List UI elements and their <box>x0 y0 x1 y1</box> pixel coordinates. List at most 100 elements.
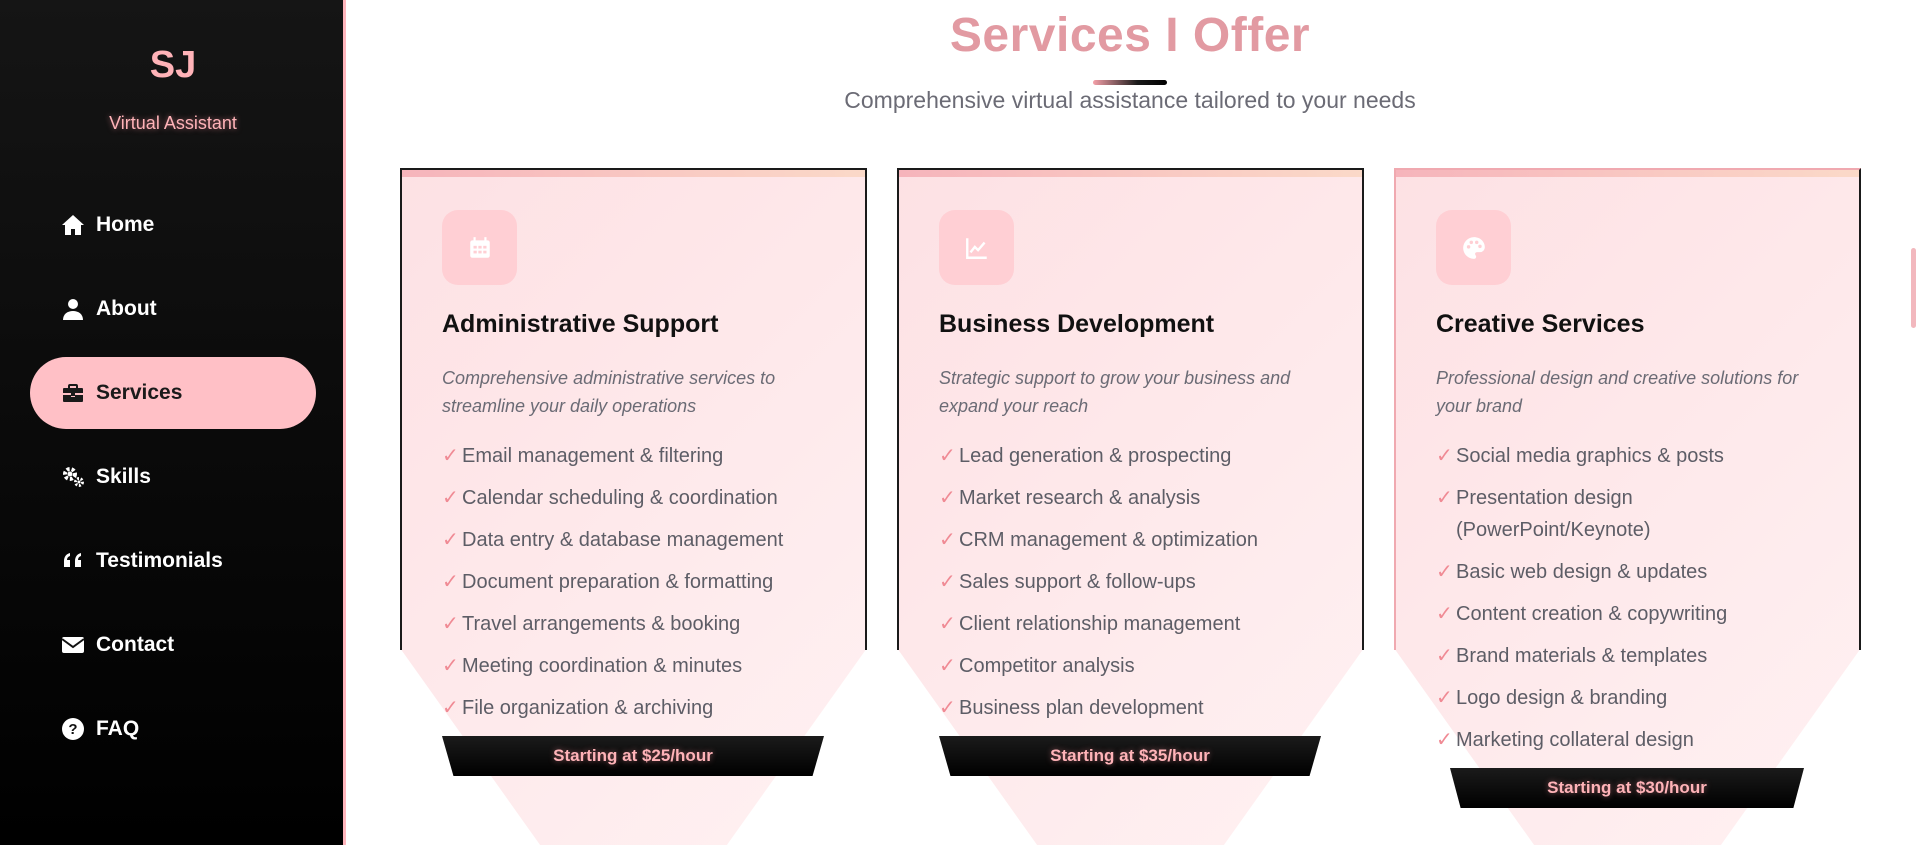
price-badge: Starting at $30/hour <box>1450 768 1804 808</box>
feature-list: ✓ Social media graphics & posts ✓ Presenta… <box>1436 440 1836 766</box>
check-icon: ✓ <box>1436 729 1453 751</box>
check-icon: ✓ <box>442 655 459 677</box>
feature-text: Market research & analysis <box>959 487 1201 509</box>
list-item: ✓ Marketing collateral design <box>1436 724 1836 756</box>
chart-line-icon <box>939 210 1014 285</box>
feature-text: Business plan development <box>959 697 1204 719</box>
nav-item-services[interactable]: Services <box>30 357 316 429</box>
check-icon: ✓ <box>939 445 956 467</box>
feature-text: Logo design & branding <box>1456 687 1668 709</box>
question-circle-icon: ? <box>60 716 86 742</box>
feature-text: Basic web design & updates <box>1456 561 1708 583</box>
quote-icon <box>60 548 86 574</box>
check-icon: ✓ <box>442 445 459 467</box>
feature-text: Presentation design (PowerPoint/Keynote) <box>1456 487 1651 541</box>
card-accent-bar <box>899 170 1362 177</box>
list-item: ✓ Document preparation & formatting <box>442 566 842 598</box>
list-item: ✓ CRM management & optimization <box>939 524 1339 556</box>
card-description: Comprehensive administrative services to… <box>442 368 776 416</box>
calendar-icon <box>442 210 517 285</box>
nav-item-home[interactable]: Home <box>30 189 316 261</box>
list-item: ✓ Email management & filtering <box>442 440 842 472</box>
feature-text: Email management & filtering <box>462 445 724 467</box>
feature-list: ✓ Lead generation & prospecting ✓ Market r… <box>939 440 1339 734</box>
nav-label-contact: Contact <box>96 633 175 656</box>
list-item: ✓ Business plan development <box>939 692 1339 724</box>
check-icon: ✓ <box>939 655 956 677</box>
check-icon: ✓ <box>1436 561 1453 583</box>
section-subtitle: Comprehensive virtual assistance tailore… <box>844 87 1416 113</box>
service-card-administrative[interactable]: Administrative Support Comprehensive adm… <box>400 168 867 845</box>
list-item: ✓ Presentation design (PowerPoint/Keynote… <box>1436 482 1736 546</box>
list-item: ✓ File organization & archiving <box>442 692 842 724</box>
nav-item-testimonials[interactable]: Testimonials <box>30 525 316 597</box>
card-title: Administrative Support <box>442 310 719 338</box>
feature-text: Lead generation & prospecting <box>959 445 1232 467</box>
list-item: ✓ Social media graphics & posts <box>1436 440 1836 472</box>
list-item: ✓ Meeting coordination & minutes <box>442 650 842 682</box>
card-accent-bar <box>402 170 865 177</box>
check-icon: ✓ <box>442 487 459 509</box>
check-icon: ✓ <box>1436 445 1453 467</box>
palette-icon <box>1436 210 1511 285</box>
card-title: Creative Services <box>1436 310 1645 338</box>
list-item: ✓ Calendar scheduling & coordination <box>442 482 842 514</box>
check-icon: ✓ <box>939 571 956 593</box>
list-item: ✓ Basic web design & updates <box>1436 556 1836 588</box>
price-badge: Starting at $35/hour <box>939 736 1321 776</box>
svg-text:?: ? <box>68 721 77 738</box>
feature-text: Sales support & follow-ups <box>959 571 1196 593</box>
list-item: ✓ Market research & analysis <box>939 482 1339 514</box>
feature-text: Calendar scheduling & coordination <box>462 487 778 509</box>
check-icon: ✓ <box>442 529 459 551</box>
brand-logo[interactable]: SJ <box>0 44 346 87</box>
list-item: ✓ Brand materials & templates <box>1436 640 1836 672</box>
card-accent-bar <box>1396 170 1859 177</box>
list-item: ✓ Travel arrangements & booking <box>442 608 842 640</box>
feature-text: Document preparation & formatting <box>462 571 774 593</box>
nav-label-services: Services <box>96 381 183 404</box>
feature-text: Content creation & copywriting <box>1456 603 1728 625</box>
feature-text: Brand materials & templates <box>1456 645 1708 667</box>
gears-icon <box>60 464 86 490</box>
list-item: ✓ Competitor analysis <box>939 650 1339 682</box>
briefcase-icon <box>60 380 86 406</box>
feature-text: Meeting coordination & minutes <box>462 655 743 677</box>
services-section: Services I Offer Comprehensive virtual a… <box>349 0 1916 845</box>
title-underline <box>1093 80 1167 85</box>
nav-label-skills: Skills <box>96 465 151 488</box>
feature-text: Social media graphics & posts <box>1456 445 1724 467</box>
nav-item-faq[interactable]: ? FAQ <box>30 693 316 765</box>
user-icon <box>60 296 86 322</box>
nav-label-testimonials: Testimonials <box>96 549 223 572</box>
check-icon: ✓ <box>1436 645 1453 667</box>
sidebar: SJ Virtual Assistant Home About Services… <box>0 0 346 845</box>
feature-text: Travel arrangements & booking <box>462 613 741 635</box>
feature-text: Competitor analysis <box>959 655 1135 677</box>
service-card-business[interactable]: Business Development Strategic support t… <box>897 168 1364 845</box>
nav-label-faq: FAQ <box>96 717 140 740</box>
feature-text: CRM management & optimization <box>959 529 1259 551</box>
list-item: ✓ Logo design & branding <box>1436 682 1836 714</box>
nav-item-contact[interactable]: Contact <box>30 609 316 681</box>
nav-label-home: Home <box>96 213 155 236</box>
check-icon: ✓ <box>442 571 459 593</box>
list-item: ✓ Data entry & database management <box>442 524 842 556</box>
card-description: Strategic support to grow your business … <box>939 368 1291 416</box>
feature-text: Data entry & database management <box>462 529 784 551</box>
nav-label-about: About <box>96 297 157 320</box>
feature-text: File organization & archiving <box>462 697 714 719</box>
service-card-creative[interactable]: Creative Services Professional design an… <box>1394 168 1861 845</box>
scrollbar-thumb[interactable] <box>1911 248 1916 328</box>
list-item: ✓ Sales support & follow-ups <box>939 566 1339 598</box>
home-icon <box>60 212 86 238</box>
list-item: ✓ Content creation & copywriting <box>1436 598 1836 630</box>
card-description: Professional design and creative solutio… <box>1436 368 1799 416</box>
nav-item-skills[interactable]: Skills <box>30 441 316 513</box>
check-icon: ✓ <box>939 529 956 551</box>
brand-subtitle: Virtual Assistant <box>109 113 237 133</box>
nav-item-about[interactable]: About <box>30 273 316 345</box>
feature-list: ✓ Email management & filtering ✓ Calendar … <box>442 440 842 734</box>
check-icon: ✓ <box>442 697 459 719</box>
envelope-icon <box>60 632 86 658</box>
